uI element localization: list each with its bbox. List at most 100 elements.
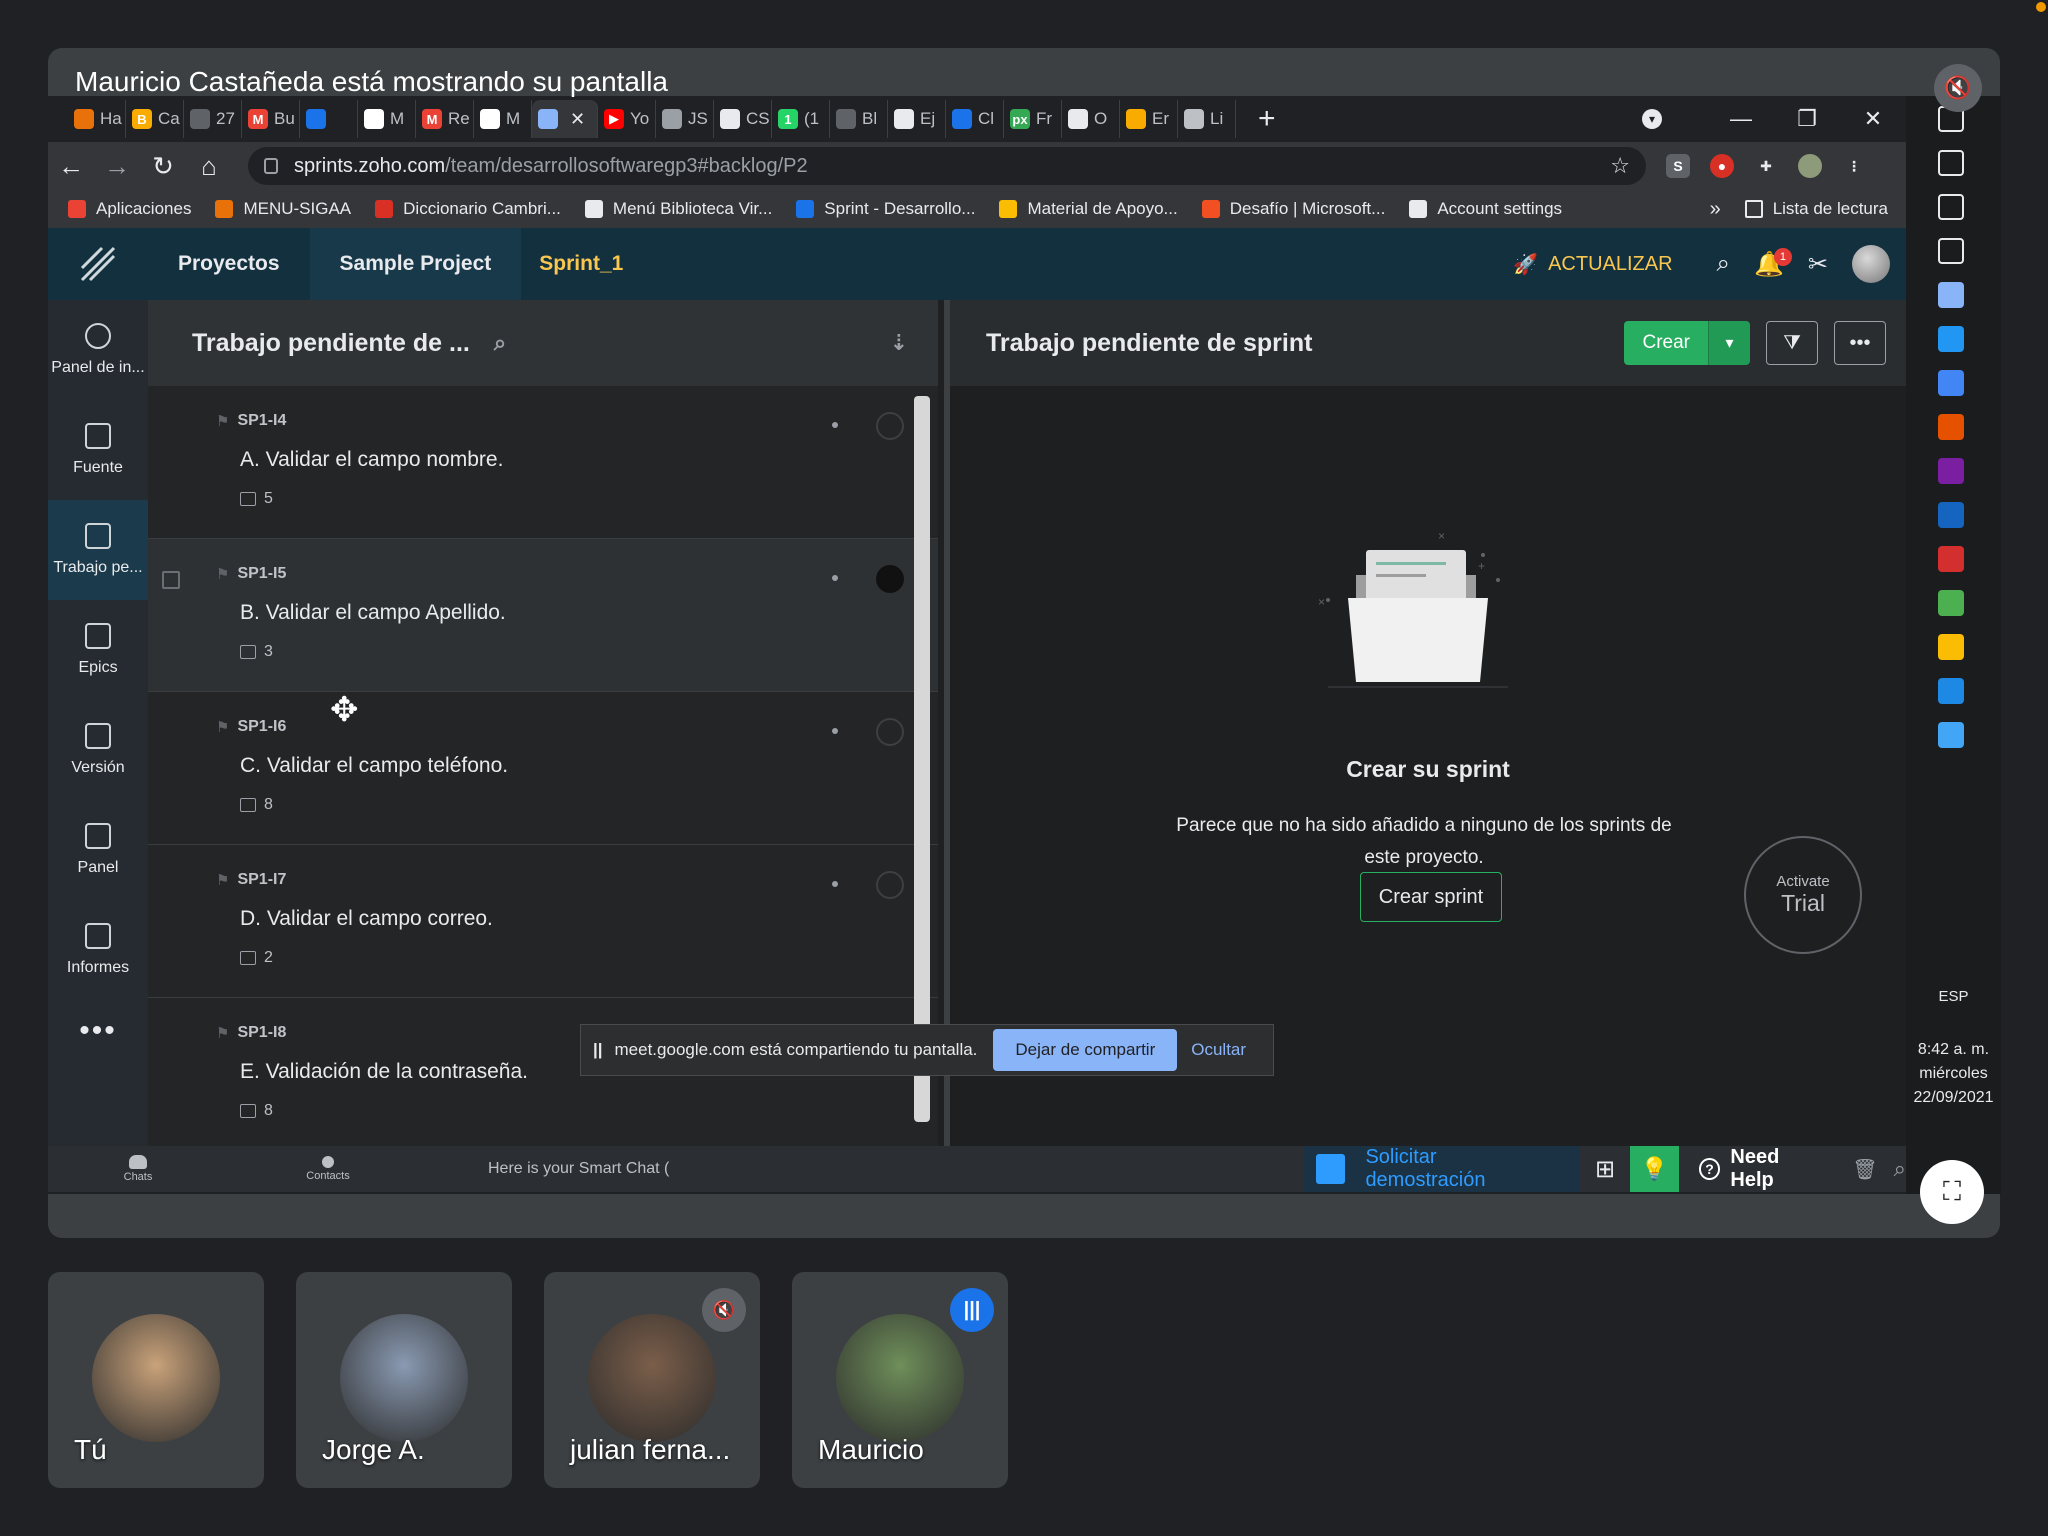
bookmark-item[interactable]: Account settings [1409, 199, 1562, 219]
more-nav-icon[interactable]: ••• [48, 1014, 148, 1048]
participant-tile[interactable]: Tú [48, 1272, 264, 1488]
fullscreen-icon[interactable]: ⛶ [1920, 1160, 1984, 1224]
chats-button[interactable]: Chats [78, 1155, 198, 1183]
browser-tab[interactable]: CS [714, 100, 772, 138]
story-item[interactable]: ⚑ SP1-I7 D. Validar el campo correo. 2 [148, 845, 938, 998]
new-tab-button[interactable]: + [1258, 102, 1276, 136]
assignee-icon[interactable] [876, 565, 904, 593]
backlog-search-icon[interactable]: ⌕ [494, 330, 506, 356]
app-icon[interactable] [1938, 370, 1964, 396]
leftnav-item[interactable]: Epics [48, 600, 148, 700]
address-bar[interactable]: sprints.zoho.com /team/desarrollosoftwar… [248, 147, 1646, 185]
leftnav-item[interactable]: Panel [48, 800, 148, 900]
story-checkbox[interactable] [162, 571, 180, 589]
search-icon[interactable]: ⌕ [1717, 250, 1730, 278]
browser-tab[interactable]: Er [1120, 100, 1178, 138]
outlook-icon[interactable] [1938, 502, 1964, 528]
browser-tab[interactable]: px Fr [1004, 100, 1062, 138]
bookmark-item[interactable]: Menú Biblioteca Vir... [584, 199, 772, 219]
browser-tab[interactable]: JS [656, 100, 714, 138]
assignee-icon[interactable] [876, 412, 904, 440]
taskbar-clock[interactable]: 8:42 a. m. miércoles 22/09/2021 [1906, 1038, 2001, 1110]
story-item[interactable]: ⚑ SP1-I5 B. Validar el campo Apellido. 3 [148, 539, 938, 692]
sort-icon[interactable]: ⇣ [890, 330, 908, 356]
assignee-icon[interactable] [876, 871, 904, 899]
bookmark-star-icon[interactable]: ☆ [1610, 153, 1630, 179]
browser-tab[interactable]: Li [1178, 100, 1236, 138]
story-item[interactable]: ⚑ SP1-I6 C. Validar el campo teléfono. 8 [148, 692, 938, 845]
notifications-icon[interactable]: 🔔 1 [1754, 247, 1792, 279]
nav-proyectos[interactable]: Proyectos [148, 228, 310, 300]
nav-sample-project[interactable]: Sample Project [309, 228, 522, 300]
cortana-icon[interactable] [1938, 194, 1964, 220]
request-demo-button[interactable]: Solicitar demostración [1304, 1146, 1581, 1192]
chrome-icon[interactable] [1938, 590, 1964, 616]
browser-tab[interactable]: Ha [68, 100, 126, 138]
weather-icon[interactable] [1938, 282, 1964, 308]
update-button[interactable]: 🚀 ACTUALIZAR [1513, 252, 1672, 277]
leftnav-item[interactable]: Panel de in... [48, 300, 148, 400]
reading-list-button[interactable]: Lista de lectura [1744, 199, 1888, 219]
leftnav-item[interactable]: Informes [48, 900, 148, 1000]
filter-icon[interactable]: ⧩ [1766, 321, 1818, 365]
office-icon[interactable] [1938, 546, 1964, 572]
browser-tab[interactable]: Cl [946, 100, 1004, 138]
participant-tile[interactable]: julian ferna... 🔇 [544, 1272, 760, 1488]
browser-tab[interactable]: Ej [888, 100, 946, 138]
extension-adblock-icon[interactable]: ● [1710, 154, 1734, 178]
browser-tab[interactable]: ▶ Yo [598, 100, 656, 138]
create-button[interactable]: Crear [1624, 321, 1708, 365]
browser-tab[interactable]: M Bu [242, 100, 300, 138]
restore-button[interactable]: ❐ [1774, 106, 1840, 132]
close-tab-icon[interactable]: ✕ [570, 109, 585, 130]
participant-tile[interactable]: Mauricio ||| [792, 1272, 1008, 1488]
stop-sharing-button[interactable]: Dejar de compartir [993, 1029, 1178, 1071]
browser-tab[interactable]: Bl [830, 100, 888, 138]
user-avatar[interactable] [1852, 245, 1890, 283]
git-icon[interactable] [1938, 414, 1964, 440]
close-window-button[interactable]: ✕ [1840, 106, 1906, 132]
need-help-button[interactable]: ? Need Help [1679, 1146, 1847, 1192]
browser-tab[interactable] [300, 100, 358, 138]
profile-avatar[interactable] [1798, 154, 1822, 178]
bookmarks-more-button[interactable]: » [1710, 198, 1721, 221]
apps-grid-icon[interactable]: ⊞ [1580, 1155, 1629, 1184]
browser-tab[interactable]: 27 [184, 100, 242, 138]
backlog-scrollbar[interactable] [914, 396, 930, 1122]
chrome-menu-icon[interactable]: ⋮ [1842, 154, 1866, 178]
create-sprint-button[interactable]: Crear sprint [1360, 872, 1502, 922]
bookmark-item[interactable]: Desafío | Microsoft... [1201, 199, 1385, 219]
assignee-icon[interactable] [876, 718, 904, 746]
back-icon[interactable]: ← [48, 151, 94, 182]
browser-tab[interactable]: M [474, 100, 532, 138]
todo-icon[interactable] [1938, 678, 1964, 704]
vscode-icon[interactable] [1938, 326, 1964, 352]
bookmark-item[interactable]: Sprint - Desarrollo... [796, 199, 975, 219]
create-dropdown-icon[interactable]: ▾ [1708, 321, 1750, 365]
browser-tab[interactable]: O [1062, 100, 1120, 138]
leftnav-item[interactable]: Fuente [48, 400, 148, 500]
browser-tab[interactable]: B Ca [126, 100, 184, 138]
contacts-button[interactable]: Contacts [268, 1156, 388, 1182]
task-view-icon[interactable] [1938, 238, 1964, 264]
leftnav-item[interactable]: Trabajo pe... [48, 500, 148, 600]
browser-tab[interactable]: M [358, 100, 416, 138]
zoho-sprints-logo[interactable] [48, 228, 148, 300]
bookmark-item[interactable]: Aplicaciones [68, 199, 191, 219]
extensions-puzzle-icon[interactable]: ✚ [1754, 154, 1778, 178]
bookmark-item[interactable]: Material de Apoyo... [999, 199, 1178, 219]
bookmark-item[interactable]: Diccionario Cambri... [375, 199, 561, 219]
browser-tab[interactable]: M Re [416, 100, 474, 138]
home-icon[interactable]: ⌂ [186, 151, 232, 182]
extension-s-icon[interactable]: S [1666, 154, 1690, 178]
forward-icon[interactable]: → [94, 151, 140, 182]
lightbulb-icon[interactable]: 💡 [1629, 1146, 1679, 1192]
minimize-button[interactable]: — [1708, 106, 1774, 132]
tab-search-icon[interactable]: ▾ [1642, 109, 1662, 129]
participant-tile[interactable]: Jorge A. [296, 1272, 512, 1488]
story-item[interactable]: ⚑ SP1-I4 A. Validar el campo nombre. 5 [148, 386, 938, 539]
smart-chat-input[interactable]: Here is your Smart Chat ( [488, 1160, 669, 1178]
leftnav-item[interactable]: Versión [48, 700, 148, 800]
word-icon[interactable] [1938, 722, 1964, 748]
trash-icon[interactable]: 🗑 [1852, 1157, 1877, 1182]
